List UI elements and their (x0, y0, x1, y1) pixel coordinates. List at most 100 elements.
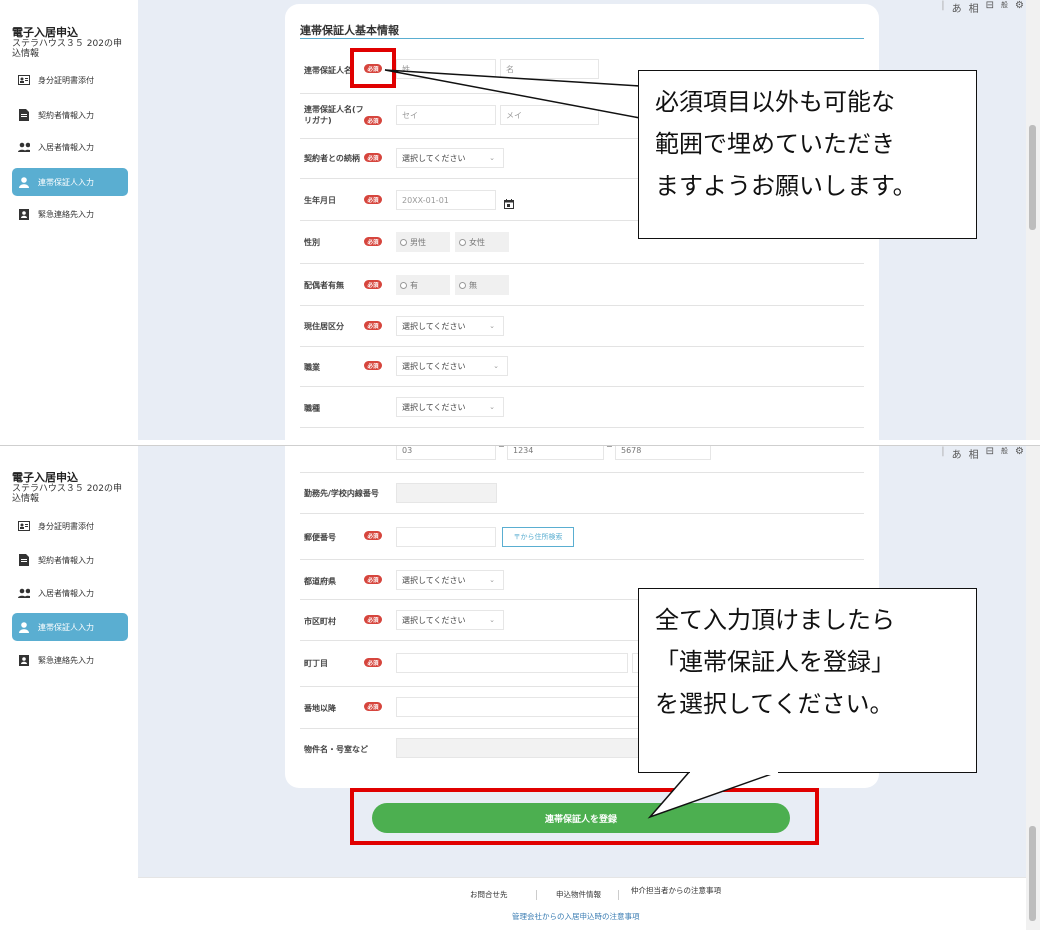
first-name-input[interactable]: 名 (500, 59, 599, 79)
field-label: 勤務先/学校内線番号 (304, 489, 379, 498)
last-name-kana-input[interactable]: セイ (396, 105, 496, 125)
footer-link-property-info[interactable]: 申込物件情報 (556, 890, 601, 899)
nav-item-label: 入居者情報入力 (38, 142, 94, 152)
nav-item-label: 契約者情報入力 (38, 555, 94, 565)
prefecture-select[interactable]: 選択してください ⌄ (396, 570, 504, 590)
ime-mode-icon[interactable]: 般 (1001, 446, 1008, 461)
radio-circle-icon (400, 281, 407, 289)
annotation-highlight-required (350, 48, 396, 88)
building-input[interactable] (396, 738, 656, 758)
calendar-icon[interactable] (504, 194, 514, 213)
first-name-kana-input[interactable]: メイ (500, 105, 599, 125)
select-value: 選択してください (402, 361, 466, 371)
ime-pad-icon[interactable]: ⊟ (986, 446, 994, 461)
required-badge: 必須 (364, 361, 382, 370)
screenshot-panel-top: 電子入居申込 ステラハウス３５ 202の申込情報 身分証明書添付 契約者情報入力… (0, 0, 1040, 440)
nav-item-emergency[interactable]: 緊急連絡先入力 (12, 646, 128, 674)
nav-item-contractor[interactable]: 契約者情報入力 (12, 546, 128, 574)
job-select[interactable]: 選択してください ⌄ (396, 356, 508, 376)
footer-link-contact[interactable]: お問合せ先 (470, 890, 508, 899)
gender-male-radio[interactable]: 男性 (396, 232, 450, 252)
required-badge: 必須 (364, 615, 382, 624)
user-icon (18, 176, 30, 188)
nav-item-resident[interactable]: 入居者情報入力 (12, 579, 128, 607)
chevron-down-icon: ⌄ (489, 154, 495, 162)
footer-link-management-notice[interactable]: 管理会社からの入居申込時の注意事項 (512, 912, 640, 921)
required-badge: 必須 (364, 153, 382, 162)
street-input[interactable] (396, 697, 656, 717)
gear-icon[interactable]: ⚙ (1015, 446, 1024, 461)
nav-item-id-upload[interactable]: 身分証明書添付 (12, 512, 128, 540)
sidebar: 電子入居申込 ステラハウス３５ 202の申込情報 身分証明書添付 契約者情報入力… (0, 0, 138, 440)
select-value: 選択してください (402, 321, 466, 331)
user-icon (18, 621, 30, 633)
contact-card-icon (18, 654, 30, 666)
field-label: 職業 (304, 363, 320, 372)
nav-item-guarantor[interactable]: 連帯保証人入力 (12, 168, 128, 196)
zip-input[interactable] (396, 527, 496, 547)
required-badge: 必須 (364, 237, 382, 246)
ime-kanji-icon[interactable]: 相 (969, 446, 979, 461)
field-label: 職種 (304, 404, 320, 413)
field-label: 郵便番号 (304, 533, 336, 542)
ime-mode-icon[interactable]: 般 (1001, 0, 1008, 15)
required-badge: 必須 (364, 702, 382, 711)
gear-icon[interactable]: ⚙ (1015, 0, 1024, 15)
scrollbar-thumb[interactable] (1029, 125, 1036, 230)
nav-item-label: 契約者情報入力 (38, 110, 94, 120)
ime-kana-icon[interactable]: あ (952, 0, 962, 15)
town-input[interactable] (396, 653, 628, 673)
job-type-select[interactable]: 選択してください ⌄ (396, 397, 504, 417)
field-label: 連帯保証人名(フリガナ) (304, 105, 364, 125)
footer-separator (618, 890, 619, 900)
select-value: 選択してください (402, 575, 466, 585)
ime-kanji-icon[interactable]: 相 (969, 0, 979, 15)
scrollbar[interactable] (1026, 0, 1040, 440)
phone-separator: − (498, 445, 505, 451)
nav-item-label: 連帯保証人入力 (38, 177, 94, 187)
phone-part3-input[interactable]: 5678 (615, 446, 711, 460)
ime-toolbar[interactable]: | あ 相 ⊟ 般 ⚙ (941, 446, 1024, 461)
spouse-yes-radio[interactable]: 有 (396, 275, 450, 295)
gender-female-radio[interactable]: 女性 (455, 232, 509, 252)
chevron-down-icon: ⌄ (493, 362, 499, 370)
required-badge: 必須 (364, 116, 382, 125)
chevron-down-icon: ⌄ (489, 403, 495, 411)
form-row-spouse: 配偶者有無 必須 有 無 (300, 264, 864, 306)
residence-select[interactable]: 選択してください ⌄ (396, 316, 504, 336)
field-label: 性別 (304, 238, 320, 247)
field-label: 町丁目 (304, 659, 328, 668)
city-select[interactable]: 選択してください ⌄ (396, 610, 504, 630)
sidebar: 電子入居申込 ステラハウス３５ 202の申込情報 身分証明書添付 契約者情報入力… (0, 446, 138, 930)
radio-label: 有 (410, 280, 418, 290)
annotation-highlight-submit (350, 788, 819, 845)
footer-link-agent-notice[interactable]: 仲介担当者からの注意事項 (626, 886, 726, 895)
document-icon (18, 554, 30, 566)
ime-kana-icon[interactable]: あ (952, 446, 962, 461)
scrollbar-thumb[interactable] (1029, 826, 1036, 921)
nav-item-emergency[interactable]: 緊急連絡先入力 (12, 200, 128, 228)
select-value: 選択してください (402, 153, 466, 163)
spouse-no-radio[interactable]: 無 (455, 275, 509, 295)
zip-search-button[interactable]: 〒から住所検索 (502, 527, 574, 547)
app-title: 電子入居申込 (12, 471, 78, 484)
nav-item-id-upload[interactable]: 身分証明書添付 (12, 66, 128, 94)
extension-input[interactable] (396, 483, 497, 503)
required-badge: 必須 (364, 280, 382, 289)
phone-part1-input[interactable]: 03 (396, 446, 496, 460)
relation-select[interactable]: 選択してください ⌄ (396, 148, 504, 168)
birthdate-input[interactable]: 20XX-01-01 (396, 190, 496, 210)
scrollbar[interactable] (1026, 446, 1040, 930)
phone-part2-input[interactable]: 1234 (507, 446, 604, 460)
last-name-input[interactable]: 姓 (396, 59, 496, 79)
nav-item-contractor[interactable]: 契約者情報入力 (12, 101, 128, 129)
nav-item-label: 緊急連絡先入力 (38, 209, 94, 219)
ime-pad-icon[interactable]: ⊟ (986, 0, 994, 15)
form-row-residence: 現住居区分 必須 選択してください ⌄ (300, 306, 864, 347)
field-label: 都道府県 (304, 577, 336, 586)
nav-item-resident[interactable]: 入居者情報入力 (12, 133, 128, 161)
ime-toolbar[interactable]: | あ 相 ⊟ 般 ⚙ (941, 0, 1024, 15)
nav-item-guarantor[interactable]: 連帯保証人入力 (12, 613, 128, 641)
radio-label: 無 (469, 280, 477, 290)
field-label: 物件名・号室など (304, 745, 368, 754)
